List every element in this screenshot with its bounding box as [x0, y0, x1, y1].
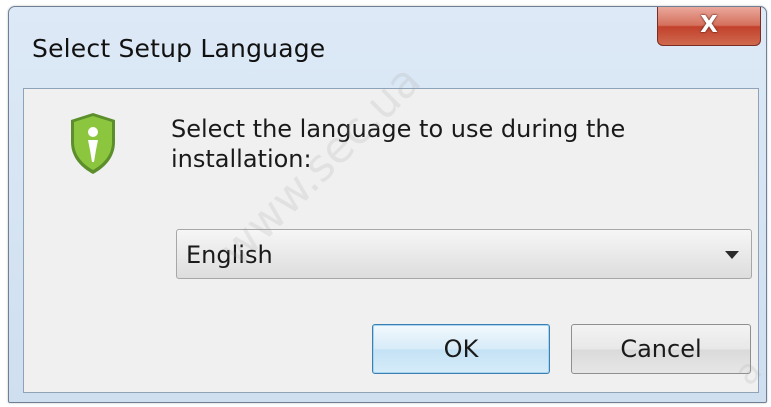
window-title: Select Setup Language — [32, 34, 326, 63]
setup-language-window: Select Setup Language X Select the langu… — [8, 6, 767, 403]
language-select[interactable]: English — [176, 229, 752, 279]
chevron-down-icon[interactable] — [725, 251, 739, 259]
close-icon: X — [700, 12, 718, 38]
title-bar[interactable]: Select Setup Language X — [9, 7, 766, 87]
language-select-value: English — [186, 241, 273, 269]
close-button[interactable]: X — [657, 7, 761, 46]
setup-shield-icon — [71, 113, 115, 174]
cancel-button[interactable]: Cancel — [571, 324, 751, 374]
ok-button[interactable]: OK — [372, 324, 550, 374]
dialog-body: Select the language to use during the in… — [23, 88, 759, 393]
select-language-prompt: Select the language to use during the in… — [171, 115, 626, 173]
